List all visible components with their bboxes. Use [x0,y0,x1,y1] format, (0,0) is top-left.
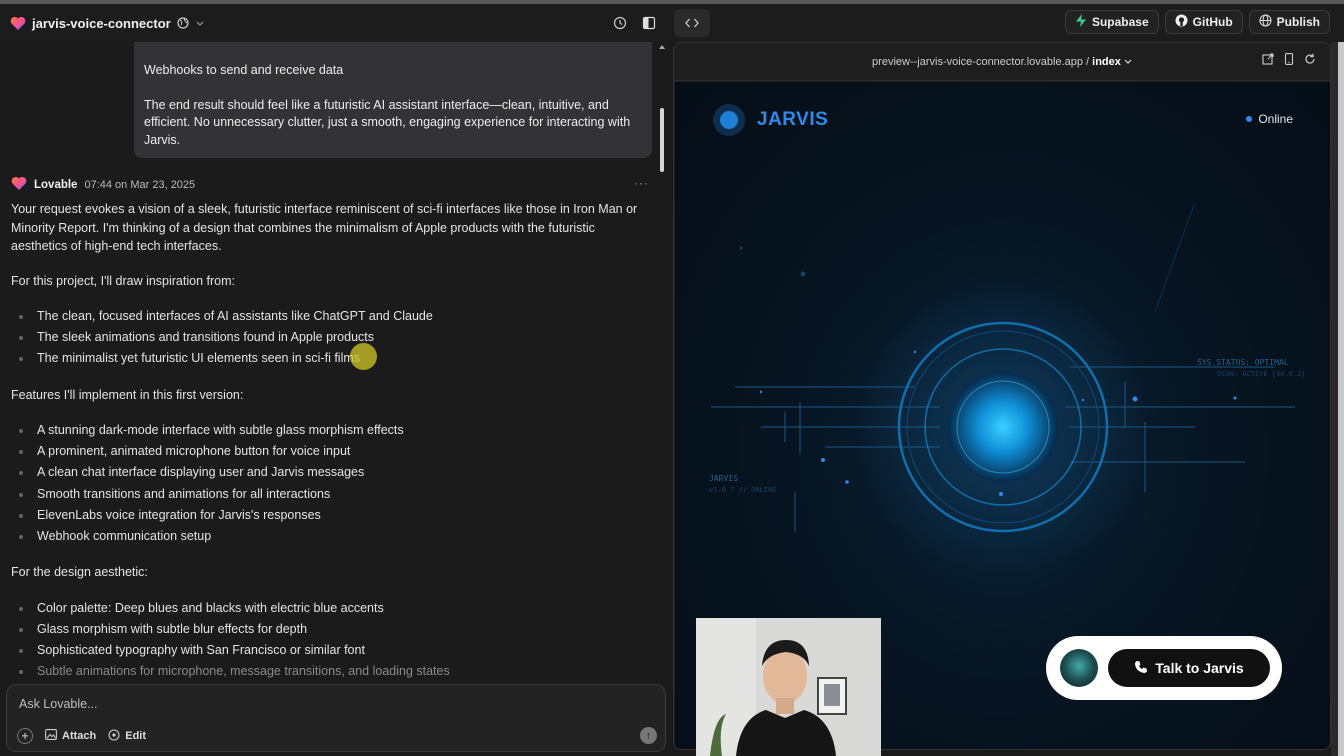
code-view-icon[interactable] [674,9,710,37]
list-item: A stunning dark-mode interface with subt… [11,420,651,441]
list-item: Subtle animations for microphone, messag… [11,661,651,682]
github-button[interactable]: GitHub [1164,10,1243,34]
chevron-down-icon [1124,59,1132,64]
image-icon [45,729,57,743]
online-status: Online [1246,112,1293,126]
design-list: Color palette: Deep blues and blacks wit… [11,598,651,683]
status-label: Online [1258,112,1293,126]
jarvis-hud-label: JARVIS [709,474,738,483]
user-message-line: Webhooks to send and receive data [144,63,344,77]
presenter-video [696,618,881,756]
list-item: A prominent, animated microphone button … [11,441,651,462]
publish-label: Publish [1276,15,1320,29]
chat-panel: Webhooks to send and receive data The en… [0,42,670,756]
globe-icon [177,17,189,29]
jarvis-title: JARVIS [757,109,829,130]
publish-button[interactable]: Publish [1248,10,1330,34]
add-icon[interactable]: + [17,728,33,744]
attach-button[interactable]: Attach [45,729,96,743]
github-icon [1175,14,1188,30]
sys-status-text: SYS.STATUS: OPTIMAL [1197,358,1289,367]
list-item: Color palette: Deep blues and blacks wit… [11,598,651,619]
list-item: Webhook communication setup [11,526,651,547]
project-menu[interactable]: jarvis-voice-connector [10,16,205,31]
reply-author: Lovable [34,179,78,191]
list-item: The minimalist yet futuristic UI element… [11,348,651,369]
reply-header: Lovable 07:44 on Mar 23, 2025 [11,176,195,194]
list-item: ElevenLabs voice integration for Jarvis'… [11,505,651,526]
preview-url-bar: preview--jarvis-voice-connector.lovable.… [674,43,1330,81]
edit-button[interactable]: Edit [108,728,147,744]
url-prefix: preview--jarvis-voice-connector.lovable.… [872,55,1093,68]
voice-widget: Talk to Jarvis [1046,636,1282,700]
lovable-heart-icon [10,16,26,31]
chat-input[interactable]: Ask Lovable... [19,697,98,711]
globe-publish-icon [1259,14,1272,30]
lovable-heart-icon [11,176,27,194]
send-icon[interactable]: ↑ [640,727,657,744]
chat-scrollbar-thumb[interactable] [660,108,664,172]
user-message-bubble: Webhooks to send and receive data The en… [134,42,652,158]
sidebar-toggle-icon[interactable] [637,11,661,35]
history-icon[interactable] [608,11,632,35]
attach-label: Attach [62,730,97,742]
top-bar: jarvis-voice-connector Supabase GitHub P… [0,4,1344,42]
window-edge-highlight [1338,42,1344,756]
list-item: A clean chat interface displaying user a… [11,462,651,483]
chat-input-box[interactable]: Ask Lovable... + Attach Edit ↑ [6,684,666,752]
inspiration-list: The clean, focused interfaces of AI assi… [11,306,651,370]
reply-intro: Your request evokes a vision of a sleek,… [11,202,638,253]
features-list: A stunning dark-mode interface with subt… [11,420,651,547]
design-heading: For the design aesthetic: [11,565,148,580]
talk-label: Talk to Jarvis [1155,660,1244,676]
supabase-bolt-icon [1075,14,1087,30]
supabase-label: Supabase [1091,15,1149,29]
list-item: Smooth transitions and animations for al… [11,484,651,505]
mobile-view-icon[interactable] [1284,53,1294,68]
talk-to-jarvis-button[interactable]: Talk to Jarvis [1108,649,1270,687]
refresh-icon[interactable] [1304,53,1316,68]
status-dot-icon [1246,116,1253,122]
url-page: index [1092,55,1121,68]
list-item: The clean, focused interfaces of AI assi… [11,306,651,327]
jarvis-brand: JARVIS [713,104,828,136]
chevron-down-icon[interactable] [195,18,205,28]
project-name: jarvis-voice-connector [32,15,171,31]
jarvis-logo-icon [713,104,745,136]
jarvis-avatar [1060,649,1098,687]
list-item: The sleek animations and transitions fou… [11,327,651,348]
list-item: Sophisticated typography with San Franci… [11,640,651,661]
edit-target-icon [108,728,120,744]
reply-content: Your request evokes a vision of a sleek,… [11,200,651,698]
reply-timestamp: 07:44 on Mar 23, 2025 [84,179,196,191]
inspiration-heading: For this project, I'll draw inspiration … [11,273,235,288]
mouse-cursor-highlight [350,343,377,370]
list-item: Glass morphism with subtle blur effects … [11,619,651,640]
preview-url[interactable]: preview--jarvis-voice-connector.lovable.… [872,56,1132,68]
open-external-icon[interactable] [1262,53,1274,68]
webcam-overlay [696,618,881,756]
supabase-button[interactable]: Supabase [1064,10,1159,34]
message-more-icon[interactable]: ··· [634,176,649,190]
user-message-line: The end result should feel like a futuri… [144,97,631,147]
features-heading: Features I'll implement in this first ve… [11,387,244,402]
phone-icon [1134,660,1148,677]
jarvis-version-text: v1.0.7 // ONLINE [709,486,777,494]
scan-status-text: SCAN: ACTIVE [38.0.2] [1217,370,1306,378]
github-label: GitHub [1192,15,1233,29]
edit-label: Edit [125,730,147,742]
